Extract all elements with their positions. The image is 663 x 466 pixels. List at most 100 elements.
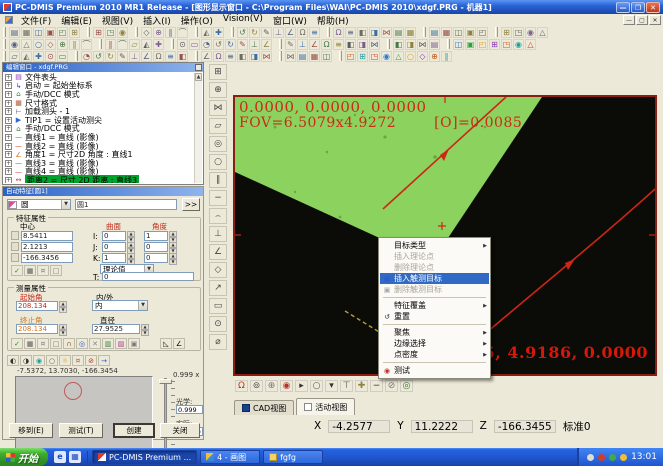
magnet-icon[interactable]: ∩ <box>63 338 75 349</box>
zoom-icon[interactable]: ○ <box>310 380 323 392</box>
toolbar-icon[interactable]: ⊥ <box>297 39 308 50</box>
dropdown-arrow-icon[interactable] <box>138 301 147 310</box>
expand-dialog-button[interactable]: >> <box>182 198 200 211</box>
expander-icon[interactable] <box>5 125 12 132</box>
grid-icon[interactable]: ▦ <box>24 338 36 349</box>
toolbar-icon[interactable]: ≡ <box>309 27 320 38</box>
toolbar-icon[interactable]: ∠ <box>141 51 152 62</box>
toolbar-icon[interactable]: ○ <box>405 51 416 62</box>
toolbar-icon[interactable]: ◇ <box>141 27 152 38</box>
straightness-icon[interactable]: − <box>209 190 227 206</box>
toolbar-icon[interactable]: ◇ <box>417 51 428 62</box>
toolbar-icon[interactable]: ∥ <box>165 27 176 38</box>
menu-item-6[interactable]: Vision(V) <box>218 14 268 27</box>
toolbar-icon[interactable]: ⊥ <box>273 27 284 38</box>
surface-k-spinner[interactable] <box>127 253 135 263</box>
t-value-input[interactable] <box>102 272 194 281</box>
move-to-button[interactable]: 移到(E) <box>9 423 53 438</box>
apply-check-icon[interactable]: ✓ <box>11 338 23 349</box>
surface-j-input[interactable] <box>102 242 126 252</box>
toolbar-icon[interactable]: ▦ <box>21 27 32 38</box>
toolbar-icon[interactable]: △ <box>393 51 404 62</box>
toolbar-grip[interactable] <box>99 39 102 49</box>
toolbar-icon[interactable]: ↺ <box>93 51 104 62</box>
flatness-icon[interactable]: ▱ <box>209 118 227 134</box>
toolbar-icon[interactable]: ⊞ <box>489 39 500 50</box>
toolbar-icon[interactable]: △ <box>537 27 548 38</box>
taskbar-task-2[interactable]: 4 - 画图 <box>200 450 260 464</box>
toolbar-icon[interactable]: ∠ <box>309 39 320 50</box>
toolbar-icon[interactable]: ◭ <box>141 39 152 50</box>
toolbar-icon[interactable]: ⌒ <box>81 39 92 50</box>
toolbar-icon[interactable]: ▣ <box>465 27 476 38</box>
toolbar-icon[interactable]: ⌒ <box>177 27 188 38</box>
toolbar-icon[interactable]: ▦ <box>405 27 416 38</box>
context-menu-item[interactable]: 边缘选择▶ <box>380 338 489 349</box>
toolbar-icon[interactable]: ∥ <box>69 39 80 50</box>
expander-icon[interactable] <box>5 100 12 107</box>
toolbar-grip[interactable] <box>87 27 90 37</box>
toolbar-icon[interactable]: ▤ <box>429 39 440 50</box>
toolbar-icon[interactable]: ◇ <box>45 39 56 50</box>
toolbar-grip[interactable] <box>195 51 198 61</box>
toolbar-icon[interactable]: ◉ <box>9 39 20 50</box>
toolbar-icon[interactable]: ▦ <box>309 51 320 62</box>
toolbar-icon[interactable]: ▭ <box>189 39 200 50</box>
toolbar-grip[interactable] <box>495 27 498 37</box>
toolbar-grip[interactable] <box>3 27 6 37</box>
menu-item-8[interactable]: 帮助(H) <box>312 14 354 27</box>
toolbar-icon[interactable]: ◫ <box>453 39 464 50</box>
symmetry-icon[interactable]: ⋈ <box>209 100 227 116</box>
expander-icon[interactable] <box>5 91 12 98</box>
context-menu-item[interactable]: 目标类型▶ <box>380 240 489 251</box>
tray-icon-3[interactable] <box>609 454 616 461</box>
toolbar-grip[interactable] <box>75 51 78 61</box>
toolbar-icon[interactable]: Ω <box>333 27 344 38</box>
toolbar-icon[interactable]: ↻ <box>249 27 260 38</box>
expander-icon[interactable] <box>5 168 12 175</box>
toolbar-icon[interactable]: Ω <box>213 51 224 62</box>
angle-k-input[interactable] <box>144 253 168 263</box>
expander-icon[interactable] <box>5 117 12 124</box>
menu-item-7[interactable]: 窗口(W) <box>268 14 312 27</box>
angle-j-spinner[interactable] <box>169 242 177 252</box>
toolbar-icon[interactable]: ◫ <box>453 27 464 38</box>
context-menu-item[interactable]: ▣删除触测目标 <box>380 284 489 295</box>
context-menu-item[interactable]: 聚焦▶ <box>380 327 489 338</box>
toolbar-icon[interactable]: ◧ <box>393 39 404 50</box>
tab-cad-view[interactable]: CAD视图 <box>234 400 294 415</box>
toolbar-icon[interactable]: ▤ <box>9 27 20 38</box>
toolbar-grip[interactable] <box>339 51 342 61</box>
toolbar-icon[interactable]: △ <box>525 39 536 50</box>
panel-menu-icon[interactable] <box>195 64 202 71</box>
center-y-input[interactable] <box>21 242 73 252</box>
surface-k-input[interactable] <box>102 253 126 263</box>
toolbar-icon[interactable]: ◳ <box>105 27 116 38</box>
context-menu-item[interactable]: ◉测试 <box>380 365 489 376</box>
toolbar-grip[interactable] <box>3 51 6 61</box>
tool-icon[interactable]: ¤ <box>37 265 49 276</box>
toolbar-grip[interactable] <box>171 39 174 49</box>
toolbar-icon[interactable]: ◭ <box>21 51 32 62</box>
toolbar-icon[interactable]: ◉ <box>513 39 524 50</box>
toolbar-icon[interactable]: ⊥ <box>129 51 140 62</box>
toolbar-icon[interactable]: ◳ <box>513 27 524 38</box>
feature-name-input[interactable] <box>75 199 177 210</box>
toolbar-icon[interactable]: ◫ <box>321 51 332 62</box>
box-icon[interactable]: ▣ <box>128 338 140 349</box>
toolbar-icon[interactable]: ▱ <box>129 39 140 50</box>
record-icon[interactable]: ◉ <box>280 380 293 392</box>
null-dropdown-icon[interactable]: ⊘ <box>385 380 398 392</box>
expander-icon[interactable] <box>5 177 12 183</box>
lock-icon[interactable]: □ <box>50 338 62 349</box>
toolbar-icon[interactable]: ▤ <box>393 27 404 38</box>
toolbar-icon[interactable]: ◔ <box>81 51 92 62</box>
toolbar-grip[interactable] <box>387 39 390 49</box>
tree-item[interactable]: ↔距离2 = 尺寸 2D 距离 : 直线3 <box>3 176 194 183</box>
minimize-button[interactable]: — <box>616 2 630 13</box>
sparkle-icon[interactable]: ✚ <box>355 380 368 392</box>
contrast-icon[interactable]: ◐ <box>7 355 19 366</box>
context-menu-item[interactable]: 删除理论点 <box>380 262 489 273</box>
histogram-icon[interactable]: ▥ <box>102 338 114 349</box>
toolbar-icon[interactable]: ↻ <box>105 51 116 62</box>
